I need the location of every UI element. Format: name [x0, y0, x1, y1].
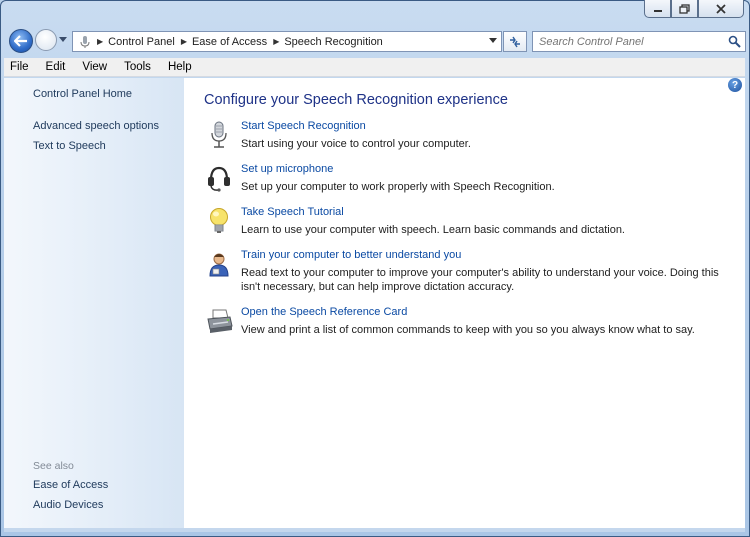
task-description: Read text to your computer to improve yo…: [241, 267, 719, 293]
task-description: Start using your voice to control your c…: [241, 138, 471, 150]
task-description: View and print a list of common commands…: [241, 324, 695, 336]
minimize-button[interactable]: [644, 0, 671, 18]
main-pane: ? Configure your Speech Recognition expe…: [184, 78, 745, 528]
content-area: Control Panel Home Advanced speech optio…: [4, 78, 745, 528]
task-description: Learn to use your computer with speech. …: [241, 224, 625, 236]
lightbulb-icon: [210, 208, 228, 233]
breadcrumb-separator-icon: ▶: [97, 37, 104, 46]
train-computer-link[interactable]: Train your computer to better understand…: [241, 249, 461, 261]
task-open-speech-reference-card: Open the Speech Reference Card View and …: [204, 306, 734, 338]
text-to-speech-link[interactable]: Text to Speech: [33, 140, 106, 152]
menu-help[interactable]: Help: [168, 61, 192, 73]
caption-buttons: [644, 0, 744, 18]
task-description: Set up your computer to work properly wi…: [241, 181, 555, 193]
microphone-icon: [211, 121, 227, 148]
navigation-bar: ▶ Control Panel ▶ Ease of Access ▶ Speec…: [6, 28, 746, 54]
menu-file[interactable]: File: [10, 61, 29, 73]
restore-icon: [678, 3, 690, 14]
menu-edit[interactable]: Edit: [46, 61, 66, 73]
ease-of-access-link[interactable]: Ease of Access: [33, 479, 108, 491]
refresh-button[interactable]: [503, 31, 527, 52]
audio-devices-link[interactable]: Audio Devices: [33, 499, 103, 511]
user-training-icon: [209, 253, 229, 277]
task-set-up-microphone: Set up microphone Set up your computer t…: [204, 163, 734, 195]
close-icon: [716, 3, 726, 14]
back-button[interactable]: [9, 29, 33, 53]
address-dropdown-icon[interactable]: [489, 38, 497, 44]
printer-icon: [207, 309, 233, 333]
back-arrow-icon: [14, 35, 27, 47]
menu-view[interactable]: View: [82, 61, 107, 73]
advanced-speech-options-link[interactable]: Advanced speech options: [33, 120, 159, 132]
refresh-icon: [510, 36, 520, 47]
menu-bar: File Edit View Tools Help: [4, 58, 745, 77]
breadcrumb-ease-of-access[interactable]: Ease of Access: [192, 36, 267, 48]
speech-microphone-icon: [80, 35, 90, 48]
headset-icon: [208, 166, 230, 192]
address-bar[interactable]: ▶ Control Panel ▶ Ease of Access ▶ Speec…: [72, 31, 502, 52]
search-box[interactable]: [532, 31, 746, 52]
start-speech-recognition-link[interactable]: Start Speech Recognition: [241, 120, 366, 132]
page-title: Configure your Speech Recognition experi…: [204, 92, 508, 108]
see-also-heading: See also: [33, 460, 74, 472]
search-icon[interactable]: [728, 35, 741, 48]
task-take-speech-tutorial: Take Speech Tutorial Learn to use your c…: [204, 206, 734, 238]
task-pane: Control Panel Home Advanced speech optio…: [4, 78, 184, 528]
forward-button[interactable]: [35, 29, 57, 51]
take-speech-tutorial-link[interactable]: Take Speech Tutorial: [241, 206, 344, 218]
breadcrumb-control-panel[interactable]: Control Panel: [108, 36, 175, 48]
task-train-computer: Train your computer to better understand…: [204, 249, 734, 297]
control-panel-home-link[interactable]: Control Panel Home: [33, 88, 132, 100]
search-input[interactable]: [533, 32, 713, 51]
open-speech-reference-card-link[interactable]: Open the Speech Reference Card: [241, 306, 407, 318]
set-up-microphone-link[interactable]: Set up microphone: [241, 163, 333, 175]
breadcrumb-separator-icon[interactable]: ▶: [273, 37, 279, 46]
breadcrumb-speech-recognition[interactable]: Speech Recognition: [284, 36, 382, 48]
help-icon[interactable]: ?: [728, 78, 742, 92]
recent-pages-dropdown-icon[interactable]: [59, 37, 67, 43]
task-start-speech-recognition: Start Speech Recognition Start using you…: [204, 120, 734, 152]
minimize-icon: [653, 9, 662, 12]
menu-tools[interactable]: Tools: [124, 61, 151, 73]
close-button[interactable]: [698, 0, 744, 18]
restore-button[interactable]: [671, 0, 698, 18]
breadcrumb-separator-icon[interactable]: ▶: [181, 37, 187, 46]
window-bottom-border: [4, 528, 745, 532]
